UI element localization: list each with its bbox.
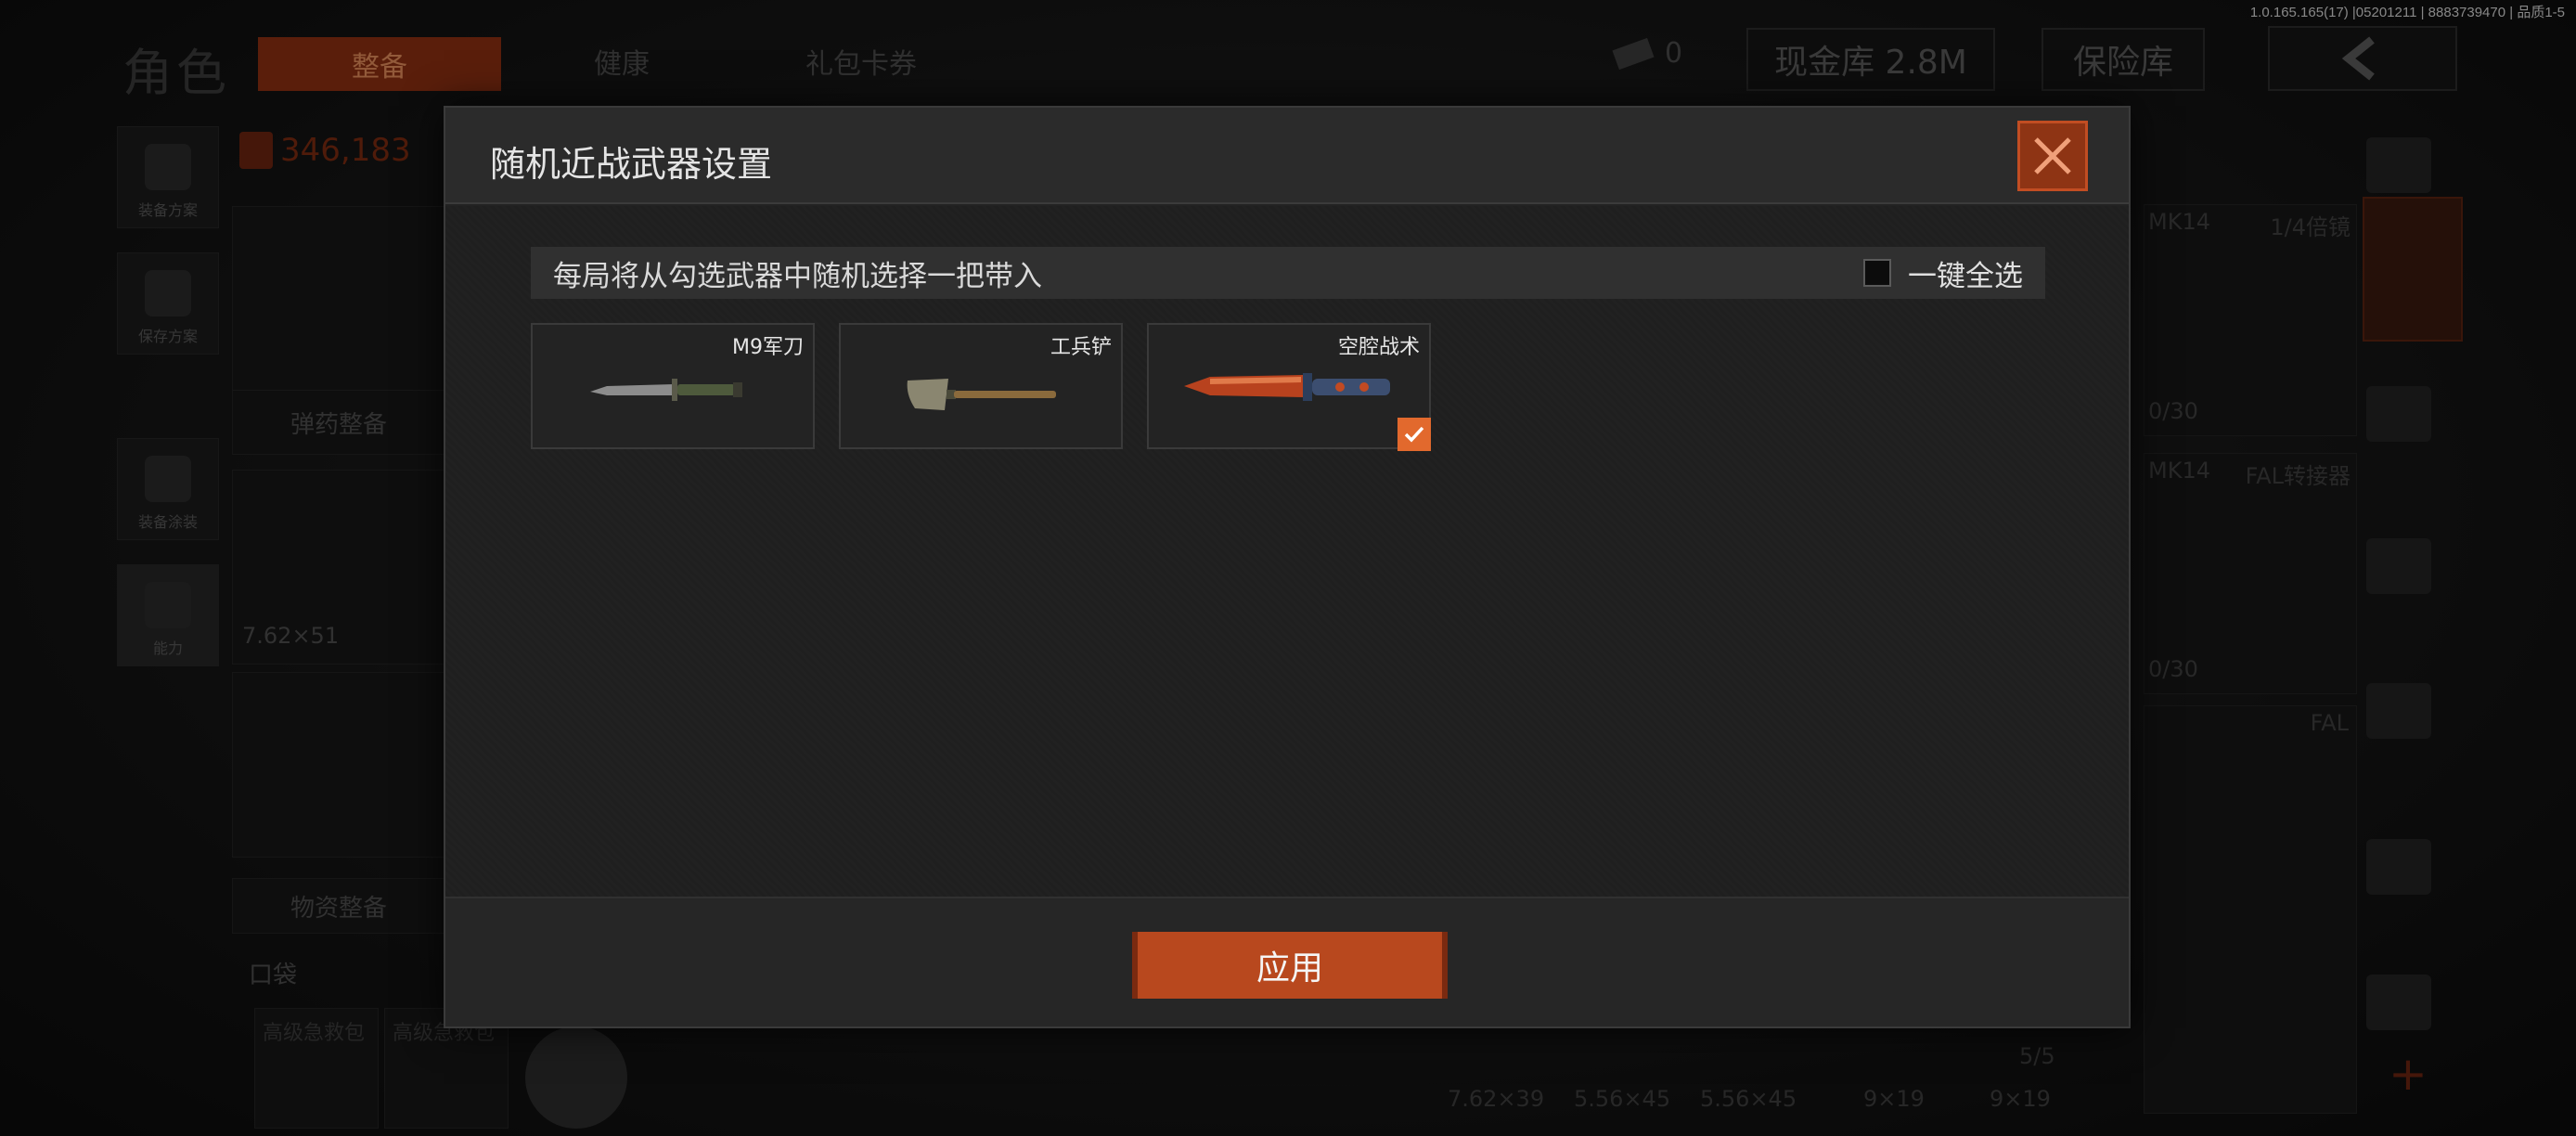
info-text: 每局将从勾选武器中随机选择一把带入 [553, 259, 1042, 293]
close-button[interactable] [2017, 121, 2088, 191]
select-all-label: 一键全选 [1908, 259, 2023, 293]
dialog-footer: 应用 [445, 897, 2129, 1026]
m9-bayonet-icon [590, 379, 742, 401]
hollow-tactical-knife-icon [1184, 373, 1390, 401]
entrenching-shovel-icon [907, 379, 1056, 410]
weapon-name: 工兵铲 [1050, 336, 1112, 359]
weapon-name: M9军刀 [732, 336, 804, 359]
select-all-checkbox[interactable] [1863, 259, 1891, 287]
apply-button[interactable]: 应用 [1132, 932, 1448, 999]
weapon-name: 空腔战术 [1337, 336, 1420, 359]
random-melee-settings-dialog: 随机近战武器设置 每局将从勾选武器中随机选择一把带入 一键全选 M9军刀 工兵铲 [444, 106, 2131, 1028]
checkmark-icon [1404, 426, 1424, 443]
weapon-card-hollow-tactical[interactable]: 空腔战术 [1147, 323, 1431, 451]
weapon-card-shovel[interactable]: 工兵铲 [839, 323, 1123, 449]
weapon-card-m9[interactable]: M9军刀 [531, 323, 815, 449]
dialog-header: 随机近战武器设置 [445, 108, 2129, 204]
select-all-toggle[interactable]: 一键全选 [1863, 252, 2023, 294]
dialog-title: 随机近战武器设置 [490, 144, 773, 185]
info-bar: 每局将从勾选武器中随机选择一把带入 一键全选 [531, 247, 2045, 299]
close-icon [2034, 137, 2071, 174]
dialog-body [445, 206, 2129, 898]
weapon-checked-indicator[interactable] [1397, 418, 1431, 451]
